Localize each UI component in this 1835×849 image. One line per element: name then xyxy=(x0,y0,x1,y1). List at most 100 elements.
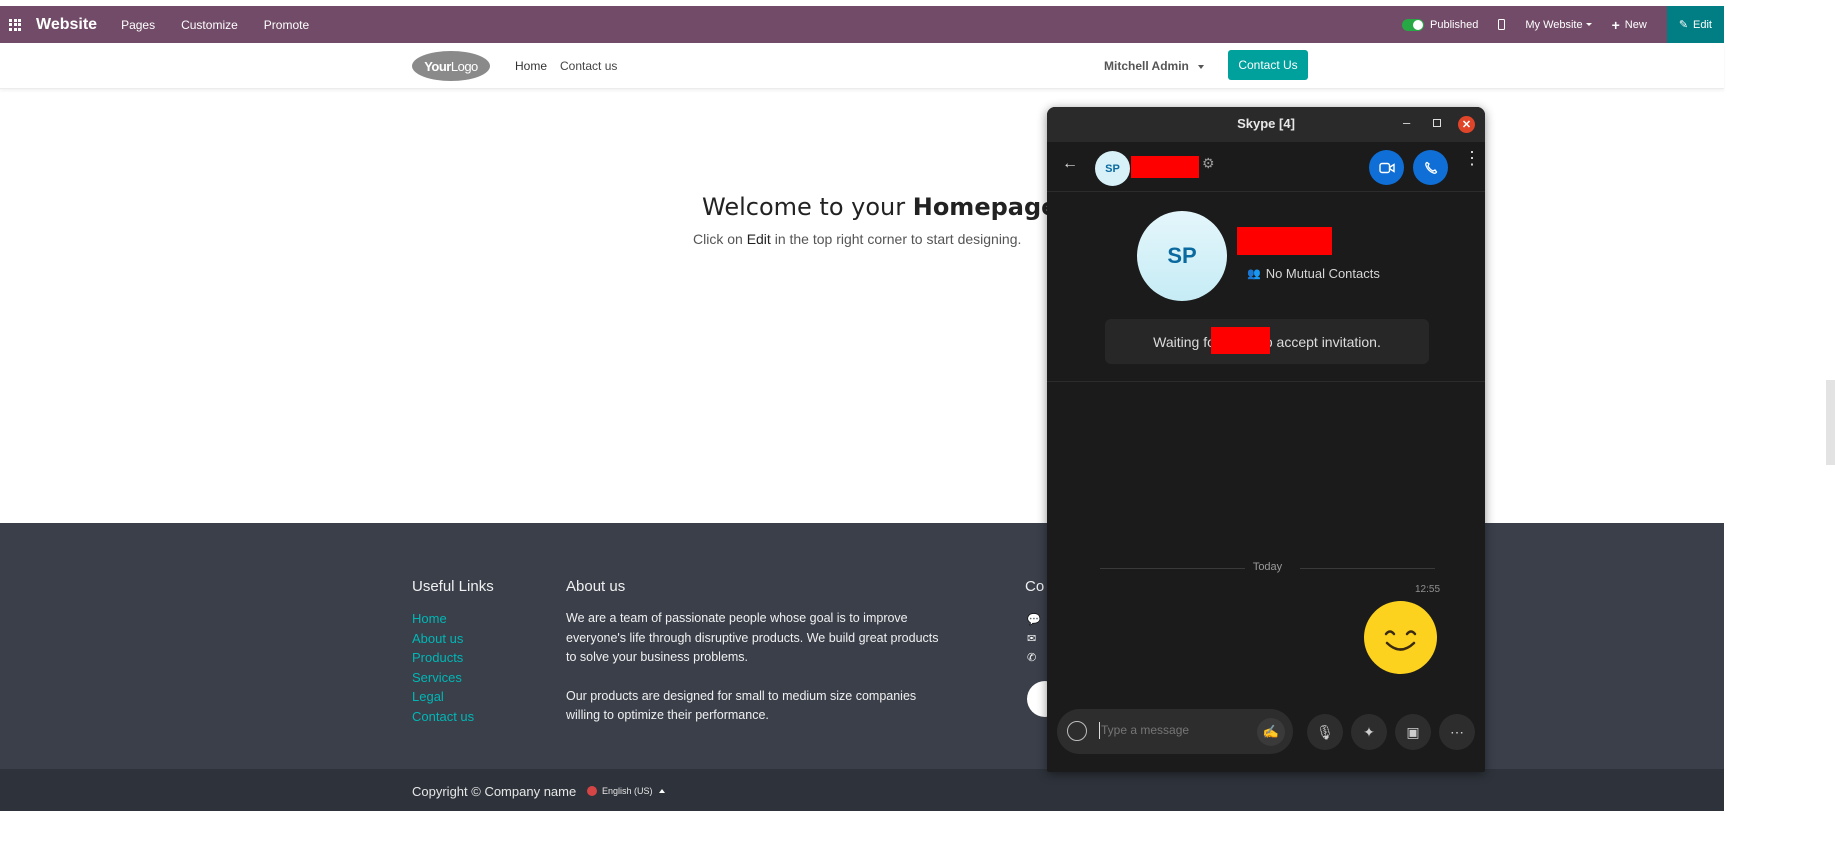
skype-window: Skype [4] – ✕ ← SP ⚙ ⋮ SP 👥 No Mutual Co… xyxy=(1047,107,1485,772)
caret-up-icon xyxy=(658,789,665,793)
hero-sub-em: Edit xyxy=(746,231,771,247)
my-website-label: My Website xyxy=(1525,18,1583,31)
contact-avatar-small[interactable]: SP xyxy=(1095,151,1130,186)
footer-link-home[interactable]: Home xyxy=(412,609,474,629)
copyright-text: Copyright © Company name xyxy=(412,784,577,799)
footer-link-legal[interactable]: Legal xyxy=(412,687,474,707)
mobile-preview-icon[interactable] xyxy=(1498,19,1506,30)
logo-text-light: Logo xyxy=(450,58,478,74)
close-icon[interactable]: ✕ xyxy=(1458,116,1475,133)
maximize-icon[interactable] xyxy=(1433,119,1441,127)
menu-promote[interactable]: Promote xyxy=(264,18,309,32)
edit-button[interactable]: ✎ Edit xyxy=(1666,6,1724,43)
comment-icon: 💬 xyxy=(1027,614,1041,626)
hero-title: Welcome to your Homepage! xyxy=(702,193,1067,221)
smiling-emoji-icon[interactable] xyxy=(1364,601,1437,674)
hero-subtitle: Click on Edit in the top right corner to… xyxy=(693,231,1021,247)
handwriting-pen-icon[interactable]: ✍ xyxy=(1257,718,1285,746)
smile-face-graphic xyxy=(1384,630,1417,651)
my-website-dropdown[interactable]: My Website xyxy=(1525,18,1592,31)
about-paragraph-2: Our products are designed for small to m… xyxy=(566,688,917,723)
useful-links-title: Useful Links xyxy=(412,578,494,595)
hero-title-bold: Homepage xyxy=(912,193,1058,221)
skype-titlebar[interactable]: Skype [4] – ✕ xyxy=(1047,107,1485,142)
date-separator: Today xyxy=(1100,561,1435,575)
invite-suffix: o accept invitation. xyxy=(1264,333,1381,350)
divider xyxy=(1047,381,1485,382)
message-composer: ✍ xyxy=(1057,709,1293,754)
more-actions-icon[interactable]: ⋯ xyxy=(1439,714,1475,750)
page-scrollbar[interactable] xyxy=(1826,380,1835,465)
nav-contact-us[interactable]: Contact us xyxy=(560,59,617,73)
envelope-icon: ✉ xyxy=(1027,633,1037,645)
toggle-switch-icon xyxy=(1402,18,1425,31)
language-label: English (US) xyxy=(602,786,653,796)
media-share-icon[interactable]: ▣ xyxy=(1395,714,1431,750)
chat-header: ← SP ⚙ ⋮ xyxy=(1047,142,1485,192)
copyright-bar: Copyright © Company name English (US) xyxy=(0,769,1724,811)
footer-link-contact[interactable]: Contact us xyxy=(412,707,474,727)
hero-sub-prefix: Click on xyxy=(693,231,747,247)
mutual-contacts-label: No Mutual Contacts xyxy=(1265,266,1380,281)
audio-call-button[interactable] xyxy=(1413,150,1448,185)
published-toggle[interactable]: Published xyxy=(1402,18,1479,31)
skype-window-title: Skype [4] xyxy=(1237,116,1295,131)
user-menu[interactable]: Mitchell Admin xyxy=(1104,59,1205,73)
redacted-contact-name xyxy=(1131,156,1199,178)
redacted-contact-name-large xyxy=(1237,227,1332,255)
mutual-contacts: 👥 No Mutual Contacts xyxy=(1247,266,1380,281)
site-header: Your Logo Home Contact us Mitchell Admin … xyxy=(0,43,1724,89)
new-label: New xyxy=(1624,18,1647,31)
nav-home[interactable]: Home xyxy=(515,59,547,73)
redacted-name-in-invite xyxy=(1211,327,1270,354)
contact-us-button[interactable]: Contact Us xyxy=(1228,50,1308,80)
message-input[interactable] xyxy=(1101,723,1251,737)
new-button[interactable]: + New xyxy=(1612,17,1647,33)
footer-link-products[interactable]: Products xyxy=(412,648,474,668)
site-logo[interactable]: Your Logo xyxy=(412,51,490,81)
about-paragraph-1: We are a team of passionate people whose… xyxy=(566,611,939,664)
gear-icon[interactable]: ⚙ xyxy=(1202,155,1215,172)
navbar-right: Published My Website + New ✎ Edit xyxy=(1402,6,1724,43)
sparkle-icon[interactable]: ✦ xyxy=(1351,714,1387,750)
menu-pages[interactable]: Pages xyxy=(121,18,155,32)
caret-down-icon xyxy=(1585,23,1592,26)
contact-avatar-large: SP xyxy=(1137,211,1227,301)
microphone-icon[interactable]: 🎙 xyxy=(1307,714,1343,750)
about-us-title: About us xyxy=(566,578,626,595)
invite-prefix: Waiting fo xyxy=(1153,333,1215,350)
phone-icon xyxy=(1424,161,1437,174)
us-flag-icon xyxy=(587,786,597,796)
text-caret xyxy=(1099,722,1100,739)
app-brand[interactable]: Website xyxy=(36,16,97,34)
back-arrow-icon[interactable]: ← xyxy=(1062,155,1078,173)
contact-icons: 💬 ✉ ✆ xyxy=(1027,611,1041,668)
plus-icon: + xyxy=(1611,16,1620,33)
today-label: Today xyxy=(1252,561,1283,573)
published-label: Published xyxy=(1430,18,1479,31)
odoo-navbar: Website Pages Customize Promote Publishe… xyxy=(0,6,1724,43)
video-camera-icon xyxy=(1378,162,1395,173)
useful-links-list: Home About us Products Services Legal Co… xyxy=(412,609,474,726)
footer-link-about[interactable]: About us xyxy=(412,629,474,649)
hero-sub-suffix: in the top right corner to start designi… xyxy=(770,231,1022,247)
footer-link-services[interactable]: Services xyxy=(412,668,474,688)
emoji-picker-icon[interactable] xyxy=(1067,721,1087,741)
video-call-button[interactable] xyxy=(1369,150,1404,185)
edit-label: Edit xyxy=(1693,18,1712,31)
about-us-text: We are a team of passionate people whose… xyxy=(566,609,946,726)
people-icon: 👥 xyxy=(1247,268,1261,280)
minimize-icon[interactable]: – xyxy=(1403,115,1410,130)
hero-title-prefix: Welcome to your xyxy=(702,193,913,221)
browser-page: Website Pages Customize Promote Publishe… xyxy=(0,0,1835,849)
user-name: Mitchell Admin xyxy=(1104,59,1189,73)
language-selector[interactable]: English (US) xyxy=(587,786,665,796)
pencil-icon: ✎ xyxy=(1678,19,1689,31)
phone-icon: ✆ xyxy=(1027,652,1037,664)
menu-customize[interactable]: Customize xyxy=(181,18,238,32)
caret-down-icon xyxy=(1198,64,1205,69)
more-options-icon[interactable]: ⋮ xyxy=(1463,149,1481,167)
message-time: 12:55 xyxy=(1415,584,1441,595)
logo-text-bold: Your xyxy=(424,58,451,74)
apps-menu-icon[interactable] xyxy=(0,6,30,43)
